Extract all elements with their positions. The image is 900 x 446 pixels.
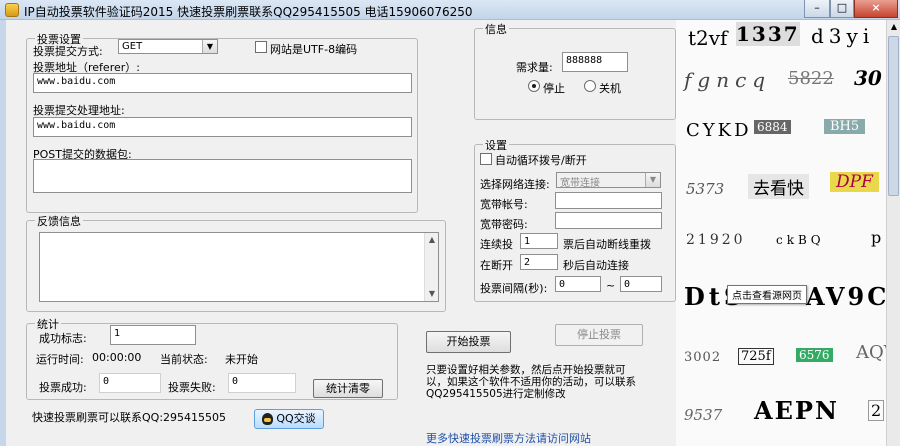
network-value: 宽带连接 <box>560 178 600 189</box>
captcha-sample: AV9C <box>806 282 886 311</box>
info-group: 信息 <box>474 21 676 120</box>
interval-separator: ~ <box>606 279 616 292</box>
chevron-down-icon: ▼ <box>202 40 217 53</box>
scroll-down-icon[interactable]: ▼ <box>425 287 439 301</box>
title-bar: IP自动投票软件验证码2015 快速投票刷票联系QQ295415505 电话15… <box>0 0 900 20</box>
captcha-sample: 2 <box>868 400 885 421</box>
captcha-sample: AQV <box>856 342 886 363</box>
start-vote-button[interactable]: 开始投票 <box>426 331 511 353</box>
maximize-button[interactable]: □ <box>830 0 854 18</box>
reconnect-suffix: 秒后自动连接 <box>563 259 629 272</box>
captcha-image-panel[interactable]: t2vf 1337 d3yi m fgncq 5822 30 CYKD 6884… <box>676 20 886 446</box>
demand-input[interactable]: 888888 <box>562 52 628 72</box>
captcha-sample: 9537 <box>684 406 723 424</box>
window-title: IP自动投票软件验证码2015 快速投票刷票联系QQ295415505 电话15… <box>24 5 473 19</box>
clear-stats-button[interactable]: 统计清零 <box>313 379 383 398</box>
qq-chat-button[interactable]: QQ交谈 <box>254 409 324 429</box>
vote-fail-value: 0 <box>228 373 296 393</box>
captcha-sample: 6884 <box>754 120 791 134</box>
close-button[interactable]: × <box>854 0 898 18</box>
submit-method-select[interactable]: GET ▼ <box>118 39 218 54</box>
interval-from-input[interactable]: 0 <box>555 276 601 292</box>
state-value: 未开始 <box>225 353 258 366</box>
captcha-sample: CYKD <box>686 120 752 141</box>
broadband-password-label: 宽带密码: <box>480 218 528 231</box>
interval-to-input[interactable]: 0 <box>620 276 662 292</box>
chevron-down-icon: ▼ <box>645 173 660 187</box>
submit-url-input[interactable]: www.baidu.com <box>33 117 412 137</box>
captcha-sample: 5373 <box>686 180 725 198</box>
demand-label: 需求量: <box>516 61 553 74</box>
contact-text: 快速投票刷票可以联系QQ:295415505 <box>32 411 227 424</box>
post-data-input[interactable] <box>33 159 412 193</box>
view-source-tooltip: 点击查看源网页 <box>727 285 807 304</box>
radio-shutdown-label: 关机 <box>599 82 621 95</box>
consecutive-suffix: 票后自动断线重拨 <box>563 238 651 251</box>
captcha-sample: 3002 <box>684 350 722 365</box>
scroll-up-icon[interactable]: ▲ <box>887 20 900 34</box>
qq-chat-label: QQ交谈 <box>276 412 316 425</box>
scroll-up-icon[interactable]: ▲ <box>425 233 439 247</box>
stop-vote-button[interactable]: 停止投票 <box>555 324 643 346</box>
broadband-account-label: 宽带帐号: <box>480 198 528 211</box>
captcha-sample: t2vf <box>688 26 728 50</box>
reconnect-input[interactable]: 2 <box>520 254 558 270</box>
submit-url-label: 投票提交处理地址: <box>33 104 125 117</box>
vote-success-value: 0 <box>99 373 161 393</box>
captcha-sample: DPF <box>830 172 879 192</box>
state-label: 当前状态: <box>160 353 208 366</box>
auto-dial-label: 自动循环拨号/断开 <box>495 154 587 167</box>
captcha-sample: p <box>871 228 882 247</box>
success-flag-input[interactable]: 1 <box>110 325 196 345</box>
submit-method-value: GET <box>122 41 143 52</box>
captcha-sample: 去看快 <box>748 174 809 199</box>
network-select[interactable]: 宽带连接 ▼ <box>556 172 661 189</box>
interval-label: 投票间隔(秒): <box>480 282 548 295</box>
consecutive-input[interactable]: 1 <box>520 233 558 249</box>
consecutive-label: 连续投 <box>480 238 513 251</box>
info-title: 信息 <box>483 21 509 37</box>
radio-shutdown[interactable] <box>584 80 596 92</box>
captcha-panel-scrollbar[interactable]: ▲ <box>886 20 900 446</box>
utf8-checkbox[interactable] <box>255 41 267 53</box>
auto-dial-checkbox[interactable] <box>480 153 492 165</box>
settings-title: 设置 <box>483 137 509 153</box>
main-client-area: 投票设置 投票提交方式: GET ▼ 网站是UTF-8编码 投票地址（refer… <box>6 20 676 446</box>
captcha-sample: ckBQ <box>776 233 825 247</box>
feedback-log[interactable]: ▲ ▼ <box>39 232 439 302</box>
captcha-sample: 5822 <box>788 68 834 89</box>
utf8-label: 网站是UTF-8编码 <box>270 43 358 56</box>
runtime-value: 00:00:00 <box>92 351 142 364</box>
qq-penguin-icon <box>262 413 274 425</box>
captcha-sample: BH5 <box>824 119 866 134</box>
captcha-sample: 6576 <box>796 348 833 362</box>
submit-method-label: 投票提交方式: <box>33 45 103 58</box>
broadband-password-input[interactable] <box>555 212 662 229</box>
reconnect-label: 在断开 <box>480 259 513 272</box>
captcha-sample: fgncq <box>684 68 772 92</box>
more-methods-link[interactable]: 更多快速投票刷票方法请访问网站 <box>426 430 591 446</box>
instructions-text: 只要设置好相关参数，然后点开始投票就可以，如果这个软件不适用你的活动，可以联系Q… <box>426 364 636 400</box>
captcha-sample: AEPN <box>754 396 839 425</box>
success-flag-label: 成功标志: <box>39 332 87 345</box>
feedback-scrollbar[interactable]: ▲ ▼ <box>424 233 438 301</box>
radio-stop-label: 停止 <box>543 82 565 95</box>
vote-success-label: 投票成功: <box>39 381 87 394</box>
captcha-sample: 21920 <box>686 232 746 248</box>
minimize-button[interactable]: – <box>804 0 830 18</box>
captcha-sample: 1337 <box>736 22 800 46</box>
vote-fail-label: 投票失败: <box>168 381 216 394</box>
captcha-sample: 30 <box>854 66 882 90</box>
referer-input[interactable]: www.baidu.com <box>33 73 412 93</box>
radio-stop[interactable] <box>528 80 540 92</box>
feedback-title: 反馈信息 <box>35 213 83 229</box>
app-icon <box>5 3 19 17</box>
runtime-label: 运行时间: <box>36 353 84 366</box>
network-label: 选择网络连接: <box>480 178 550 191</box>
captcha-sample: 725f <box>738 348 774 365</box>
scrollbar-thumb[interactable] <box>888 36 899 196</box>
broadband-account-input[interactable] <box>555 192 662 209</box>
captcha-sample: d3yi m <box>811 24 886 48</box>
